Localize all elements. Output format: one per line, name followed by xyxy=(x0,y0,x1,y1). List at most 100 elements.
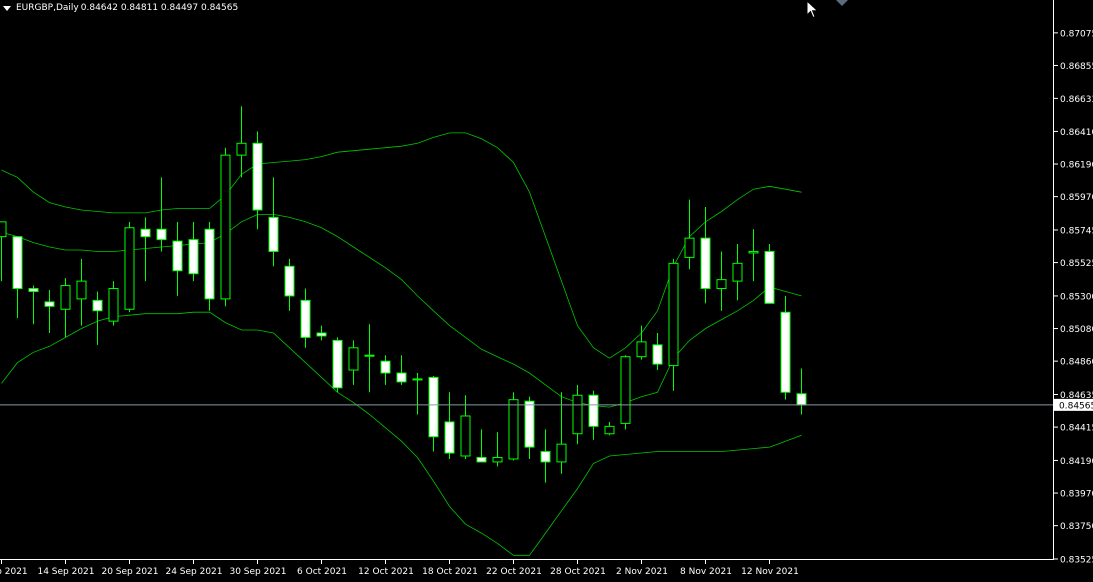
candle-body xyxy=(236,142,247,156)
x-tick-label: 8 Nov 2021 xyxy=(680,567,732,577)
candle xyxy=(28,285,39,325)
candle xyxy=(636,325,647,360)
candle xyxy=(668,258,679,391)
candle xyxy=(364,324,375,393)
candle xyxy=(604,421,615,436)
band-lower-line xyxy=(1,311,802,556)
candle-body xyxy=(444,421,455,454)
candle-body xyxy=(396,372,407,383)
candle-body xyxy=(76,280,87,300)
ohlc-values: 0.84642 0.84811 0.84497 0.84565 xyxy=(80,3,239,13)
candle-body xyxy=(156,228,167,241)
y-tick-label: 0.85745 xyxy=(1060,226,1093,236)
candle-body xyxy=(92,299,103,312)
candle xyxy=(108,281,119,326)
x-tick-label: 8 Sep 2021 xyxy=(0,567,28,577)
candle-body xyxy=(364,354,375,357)
candle xyxy=(652,332,663,371)
candle-body xyxy=(508,399,519,460)
candle xyxy=(620,355,631,430)
price-tag-label: 0.84565 xyxy=(1059,401,1093,411)
x-tick-label: 28 Oct 2021 xyxy=(550,567,606,577)
candle-body xyxy=(476,456,487,463)
y-tick-label: 0.84860 xyxy=(1060,358,1093,368)
candle xyxy=(780,295,791,400)
y-tick-label: 0.83970 xyxy=(1060,490,1093,500)
candle xyxy=(316,325,327,341)
y-tick-label: 0.83525 xyxy=(1060,556,1093,566)
candle-body xyxy=(540,451,551,463)
candle-body xyxy=(460,415,471,457)
candle-body xyxy=(764,250,775,304)
candle xyxy=(284,258,295,311)
candle xyxy=(172,221,183,296)
candle-body xyxy=(572,394,583,435)
y-tick-label: 0.85080 xyxy=(1060,325,1093,335)
candle xyxy=(188,221,199,282)
candle-body xyxy=(732,262,743,282)
candle-body xyxy=(12,236,23,290)
candle xyxy=(588,390,599,440)
y-tick-label: 0.85525 xyxy=(1060,259,1093,269)
candle-body xyxy=(300,299,311,338)
candle xyxy=(156,177,167,252)
candle-body xyxy=(796,393,807,406)
candle-body xyxy=(412,378,423,381)
price-chart[interactable]: 0.87075 0.86855 0.86633 0.86410 0.86190 0.859… xyxy=(0,0,1093,582)
candle-body xyxy=(780,311,791,393)
candle xyxy=(764,244,775,304)
y-tick-label: 0.84190 xyxy=(1060,457,1093,467)
symbol-timeframe: EURGBP,Daily xyxy=(16,3,79,13)
candle-body xyxy=(284,265,295,297)
candle xyxy=(140,217,151,282)
x-tick-label: 14 Sep 2021 xyxy=(37,567,94,577)
x-tick-label: 30 Sep 2021 xyxy=(229,567,286,577)
axes xyxy=(0,0,1054,560)
x-axis-labels: 8 Sep 2021 14 Sep 2021 20 Sep 2021 24 Sep 2… xyxy=(0,559,799,577)
candle-body xyxy=(108,288,119,322)
y-tick-label: 0.86855 xyxy=(1060,62,1093,72)
candle xyxy=(268,177,279,267)
candle-body xyxy=(220,154,231,300)
candle-body xyxy=(44,301,55,307)
candle-body xyxy=(124,227,135,310)
x-tick-label: 20 Sep 2021 xyxy=(101,567,158,577)
candle-body xyxy=(140,228,151,238)
candle xyxy=(76,258,87,326)
candle-body xyxy=(60,285,71,310)
y-tick-label: 0.85970 xyxy=(1060,193,1093,203)
candle xyxy=(684,199,695,270)
candle-body xyxy=(28,288,39,292)
candle xyxy=(508,392,519,461)
x-tick-label: 22 Oct 2021 xyxy=(486,567,542,577)
candle-body xyxy=(636,341,647,358)
x-tick-label: 6 Oct 2021 xyxy=(297,567,347,577)
candle xyxy=(444,392,455,459)
candle xyxy=(60,278,71,338)
candle xyxy=(44,290,55,333)
candle-body xyxy=(428,376,439,438)
candle xyxy=(380,355,391,385)
triangle-down-icon[interactable] xyxy=(3,5,11,11)
candle xyxy=(540,429,551,483)
chart-window[interactable]: 0.87075 0.86855 0.86633 0.86410 0.86190 0.859… xyxy=(0,0,1093,582)
current-price-tag: 0.84565 xyxy=(1054,398,1093,411)
candle-body xyxy=(380,360,391,374)
candle-body xyxy=(588,394,599,427)
x-tick-label: 24 Sep 2021 xyxy=(165,567,222,577)
candle-body xyxy=(204,228,215,300)
candle-body xyxy=(268,216,279,252)
scroll-marker-icon[interactable] xyxy=(835,0,849,8)
candle-body xyxy=(172,240,183,272)
candle xyxy=(92,291,103,345)
candle xyxy=(796,368,807,415)
candle xyxy=(716,251,727,311)
candle xyxy=(524,396,535,459)
candle xyxy=(12,236,23,319)
candle-body xyxy=(604,425,615,435)
y-tick-label: 0.86410 xyxy=(1060,128,1093,138)
candle-body xyxy=(0,221,7,238)
candle xyxy=(0,221,7,282)
x-tick-label: 12 Nov 2021 xyxy=(741,567,799,577)
candle-body xyxy=(252,142,263,211)
